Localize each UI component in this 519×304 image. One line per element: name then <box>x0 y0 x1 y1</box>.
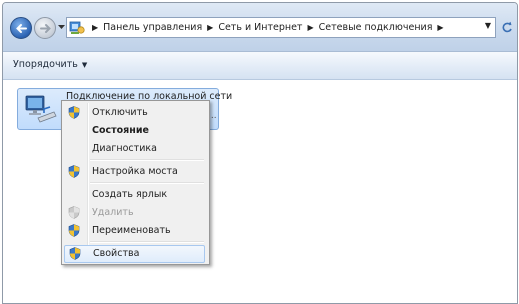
menu-item-label: Удалить <box>92 207 134 218</box>
breadcrumb-separator-icon[interactable]: ▶ <box>92 23 98 32</box>
menu-item-properties[interactable]: Свойства <box>64 245 205 263</box>
context-menu: Отключить Состояние Диагностика Настройк… <box>61 100 210 265</box>
menu-item-label: Переименовать <box>92 225 171 236</box>
uac-shield-icon <box>69 247 81 260</box>
address-bar-area: ▶ Панель управления ▶ Сеть и Интернет ▶ … <box>3 3 517 52</box>
menu-item-label: Отключить <box>92 107 148 118</box>
uac-shield-icon <box>68 106 80 119</box>
organize-button[interactable]: Упорядочить ▼ <box>13 59 87 70</box>
menu-item-status[interactable]: Состояние <box>64 123 205 139</box>
menu-item-diagnose[interactable]: Диагностика <box>64 141 205 157</box>
back-button[interactable] <box>10 17 32 39</box>
back-arrow-icon <box>16 24 27 33</box>
uac-shield-icon <box>68 165 80 178</box>
menu-item-label: Настройка моста <box>92 166 178 177</box>
menu-separator <box>90 241 204 243</box>
breadcrumb: ▶ Панель управления ▶ Сеть и Интернет ▶ … <box>87 18 449 37</box>
menu-item-disable[interactable]: Отключить <box>64 105 205 121</box>
menu-item-label: Состояние <box>92 125 149 136</box>
menu-item-label: Создать ярлык <box>92 189 168 200</box>
history-dropdown-icon[interactable] <box>58 25 65 30</box>
breadcrumb-network-internet[interactable]: Сеть и Интернет <box>218 22 302 33</box>
network-adapter-icon <box>25 95 57 123</box>
menu-item-delete[interactable]: Удалить <box>64 205 205 221</box>
address-box[interactable]: ▶ Панель управления ▶ Сеть и Интернет ▶ … <box>66 17 496 38</box>
uac-shield-icon <box>68 224 80 237</box>
menu-item-rename[interactable]: Переименовать <box>64 223 205 239</box>
menu-item-bridge[interactable]: Настройка моста <box>64 164 205 180</box>
menu-separator <box>90 159 204 161</box>
forward-button[interactable] <box>34 17 56 39</box>
uac-shield-icon <box>68 206 80 219</box>
breadcrumb-separator-icon[interactable]: ▶ <box>207 23 213 32</box>
menu-item-create-shortcut[interactable]: Создать ярлык <box>64 187 205 203</box>
breadcrumb-separator-icon[interactable]: ▶ <box>437 23 443 32</box>
explorer-window: ▶ Панель управления ▶ Сеть и Интернет ▶ … <box>2 2 518 304</box>
breadcrumb-control-panel[interactable]: Панель управления <box>103 22 202 33</box>
menu-separator <box>90 182 204 184</box>
menu-item-label: Свойства <box>93 248 140 259</box>
menu-item-label: Диагностика <box>92 143 157 154</box>
address-dropdown-icon[interactable]: ▼ <box>485 21 491 30</box>
refresh-icon[interactable] <box>499 17 515 38</box>
breadcrumb-separator-icon[interactable]: ▶ <box>307 23 313 32</box>
chevron-down-icon: ▼ <box>81 61 88 69</box>
forward-arrow-icon <box>40 24 51 33</box>
control-panel-icon <box>69 21 85 34</box>
breadcrumb-network-connections[interactable]: Сетевые подключения <box>319 22 433 33</box>
command-bar: Упорядочить ▼ <box>3 52 517 80</box>
organize-label: Упорядочить <box>13 59 78 70</box>
